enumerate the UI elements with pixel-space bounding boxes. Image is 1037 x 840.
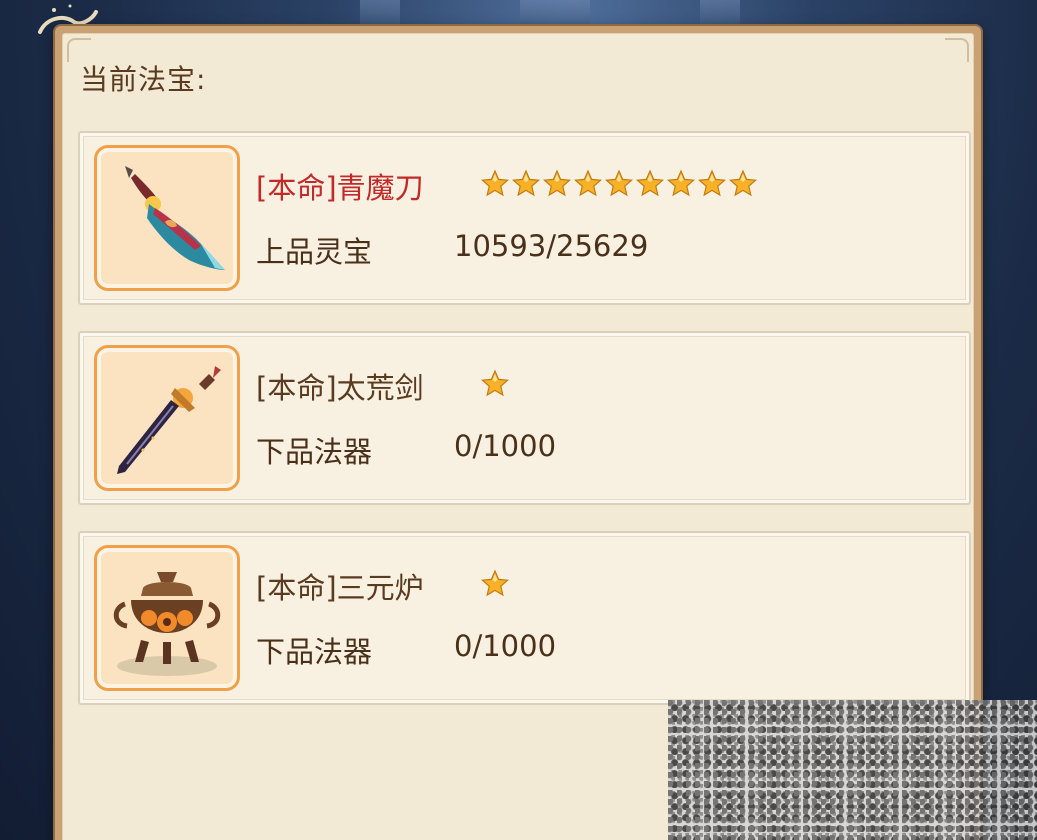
treasure-item[interactable]: [本命]太荒剑 下品法器 0/1000 — [78, 331, 971, 505]
item-name: [本命]三元炉 — [256, 571, 424, 605]
star-rating — [480, 169, 758, 201]
star-icon — [480, 169, 510, 197]
section-title: 当前法宝: — [80, 63, 207, 96]
blue-demon-saber-icon — [125, 166, 225, 270]
item-name: [本命]青魔刀 — [256, 171, 424, 205]
item-grade: 上品灵宝 — [256, 235, 373, 269]
sword-icon — [117, 366, 221, 474]
corner-ornament — [945, 38, 969, 62]
item-icon-frame[interactable] — [94, 145, 240, 291]
item-grade: 下品法器 — [256, 435, 373, 469]
star-icon — [480, 569, 510, 597]
star-icon — [666, 169, 696, 197]
item-progress: 0/1000 — [454, 429, 557, 463]
item-name: [本命]太荒剑 — [256, 371, 424, 405]
star-icon — [697, 169, 727, 197]
star-icon — [542, 169, 572, 197]
star-rating — [480, 569, 510, 601]
item-progress: 10593/25629 — [454, 229, 649, 263]
star-icon — [480, 369, 510, 397]
star-icon — [635, 169, 665, 197]
blurred-region — [668, 700, 1037, 840]
star-icon — [573, 169, 603, 197]
item-progress: 0/1000 — [454, 629, 557, 663]
treasure-item[interactable]: [本命]三元炉 下品法器 0/1000 — [78, 531, 971, 705]
cauldron-icon — [113, 572, 221, 676]
item-icon-frame[interactable] — [94, 545, 240, 691]
star-icon — [728, 169, 758, 197]
item-grade: 下品法器 — [256, 635, 373, 669]
star-rating — [480, 369, 510, 401]
item-icon-frame[interactable] — [94, 345, 240, 491]
star-icon — [604, 169, 634, 197]
star-icon — [511, 169, 541, 197]
treasure-item[interactable]: [本命]青魔刀 上品灵宝 10593/25629 — [78, 131, 971, 305]
